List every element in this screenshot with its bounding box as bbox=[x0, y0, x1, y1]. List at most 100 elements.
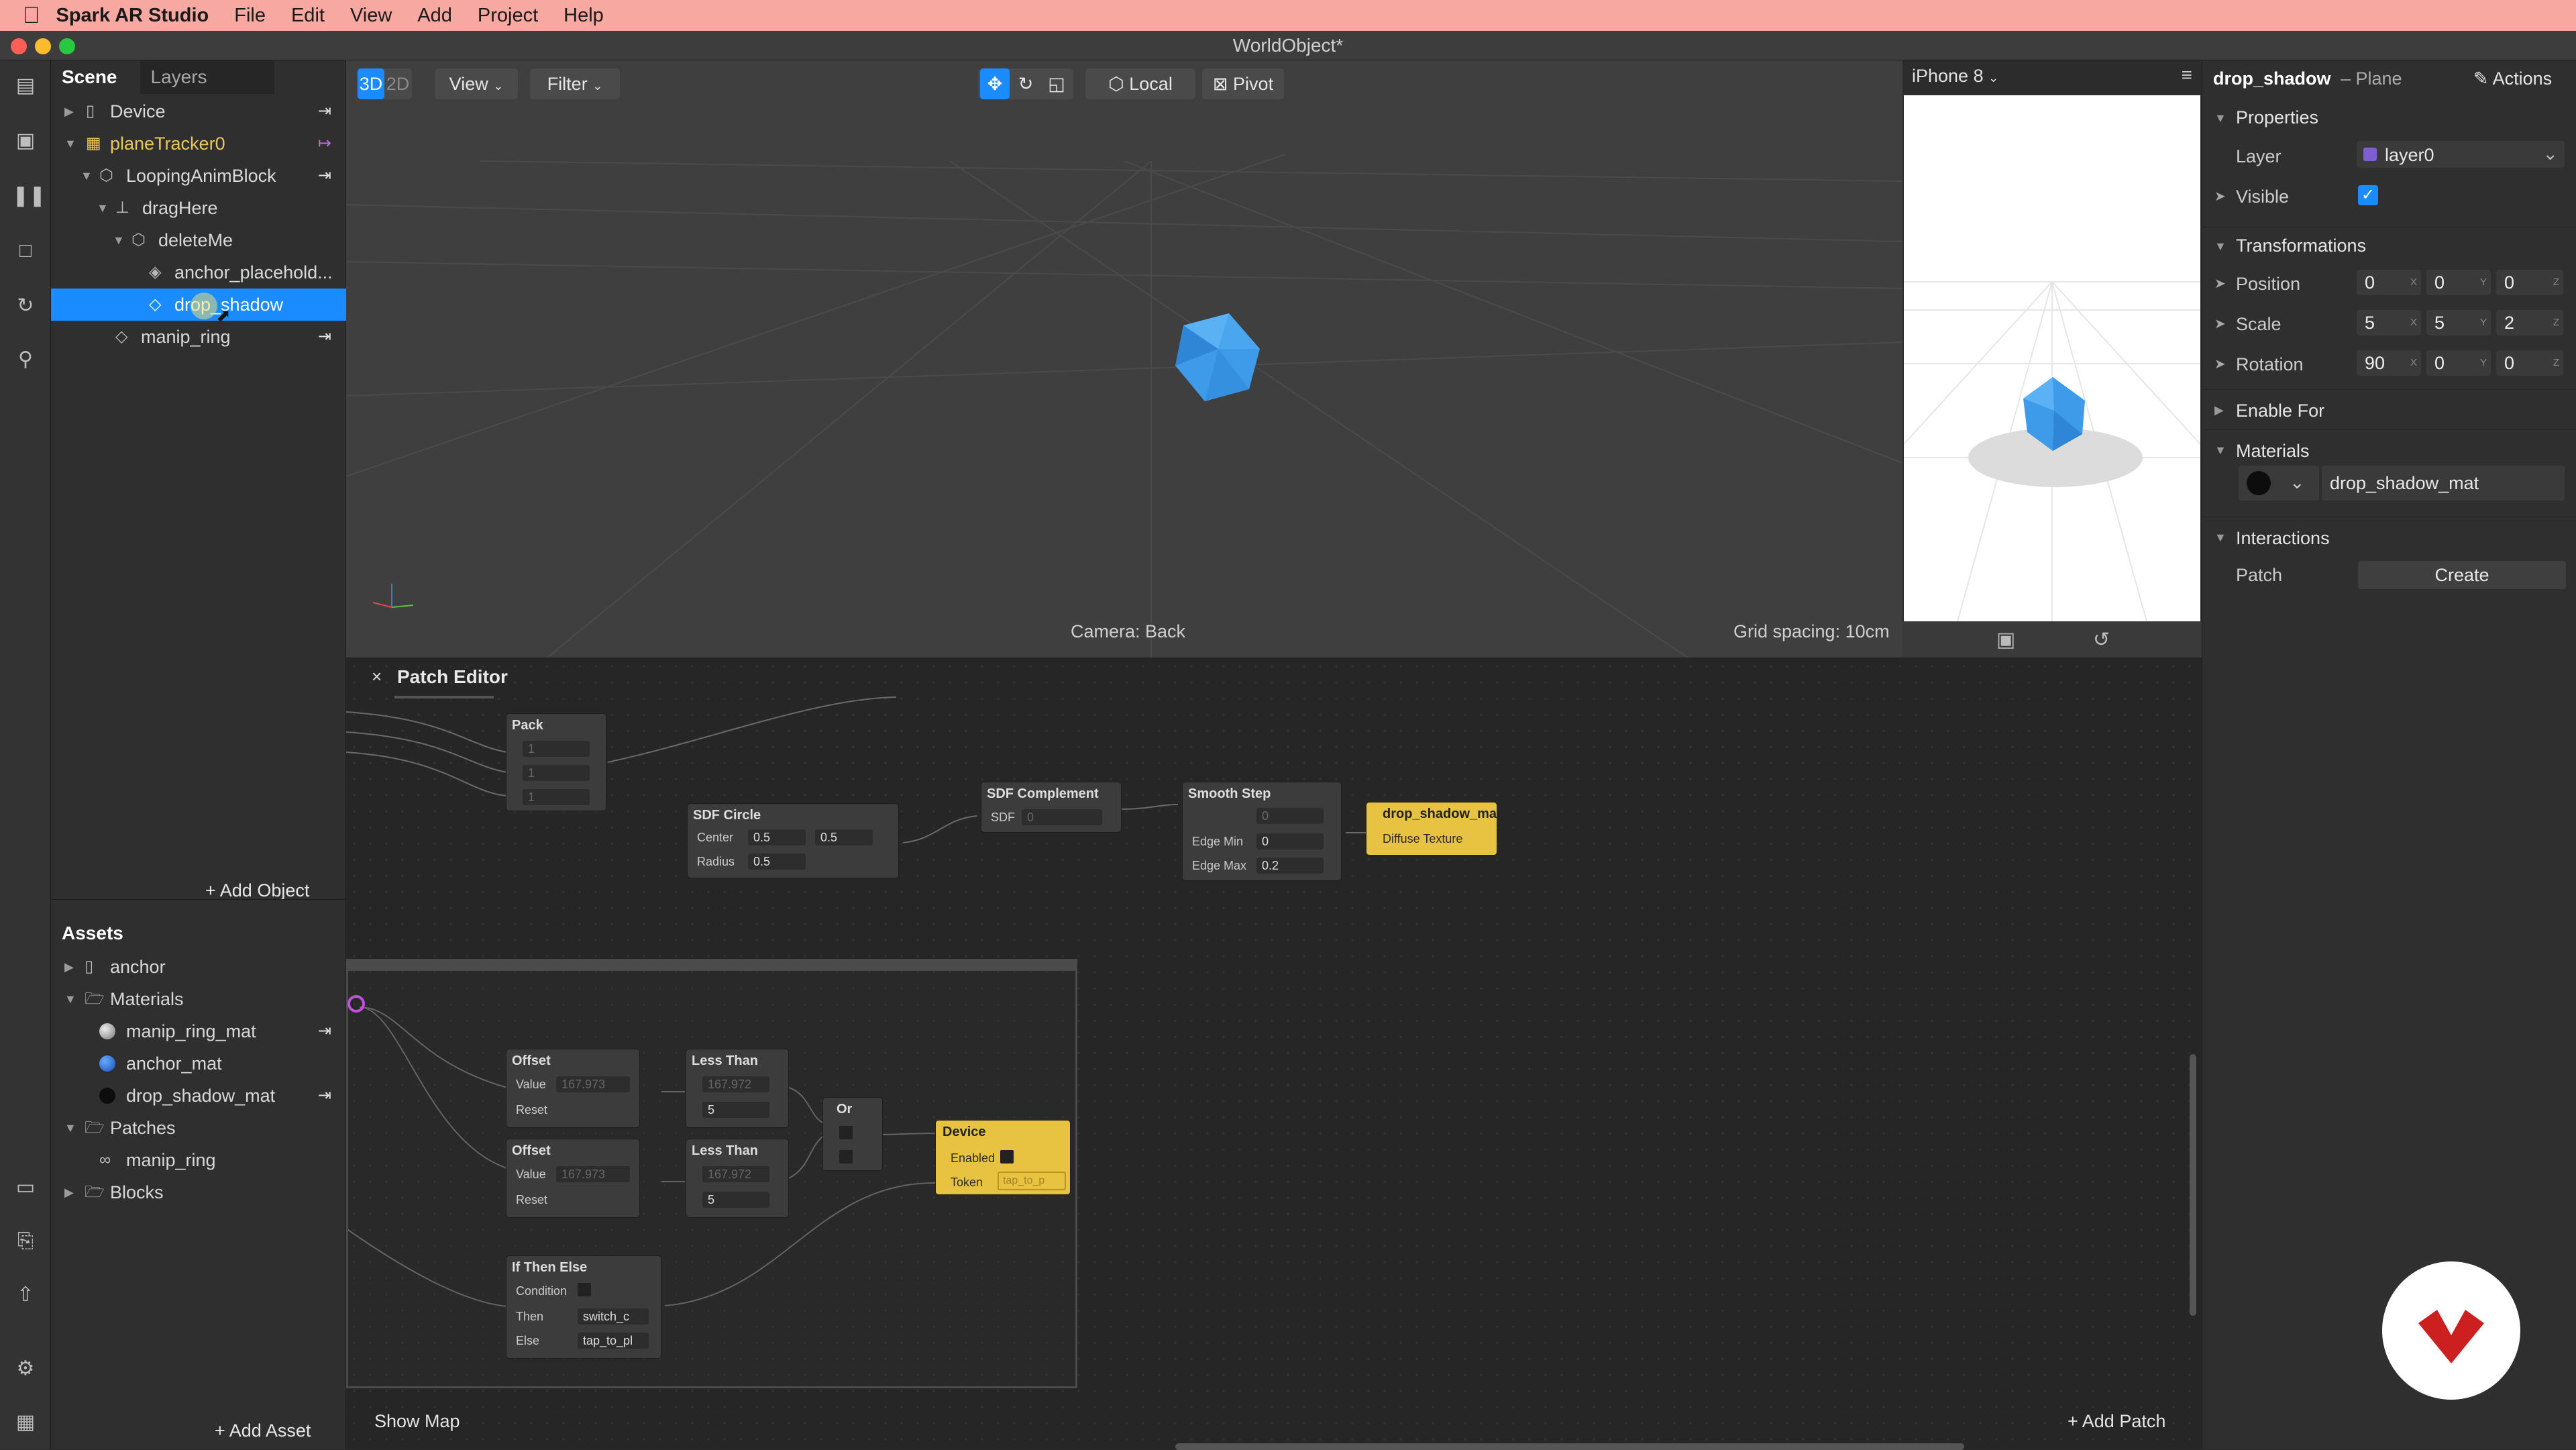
scale-icon[interactable]: ◱ bbox=[1042, 68, 1071, 99]
add-asset-button[interactable]: + Add Asset bbox=[215, 1420, 311, 1441]
folder-icon[interactable]: ▭ bbox=[12, 1174, 39, 1201]
smooth-step-node[interactable]: Smooth Step 0 Edge Min 0 Edge Max 0.2 bbox=[1182, 782, 1342, 881]
chevron-down-icon[interactable]: ▼ bbox=[64, 1112, 76, 1144]
asset-item-manip-ring-mat[interactable]: manip_ring_mat ⇥ bbox=[51, 1015, 346, 1047]
asset-item-anchor-mat[interactable]: anchor_mat bbox=[51, 1047, 346, 1080]
scene-item-planetracker[interactable]: ▼ ▦ planeTracker0 ↦ bbox=[51, 127, 346, 160]
rotation-x-field[interactable]: 90 X bbox=[2357, 350, 2421, 376]
scale-z-field[interactable]: 2Z bbox=[2496, 310, 2563, 335]
material-swatch-dropdown[interactable]: ⌄ bbox=[2239, 466, 2319, 501]
then-input[interactable]: switch_c bbox=[578, 1308, 649, 1325]
tab-scene[interactable]: Scene bbox=[51, 60, 128, 94]
link-icon[interactable]: ⇥ bbox=[318, 1080, 331, 1112]
position-z-field[interactable]: 0Z bbox=[2496, 270, 2563, 295]
rotation-y-field[interactable]: 0Y bbox=[2426, 350, 2491, 376]
or-node[interactable]: Or bbox=[822, 1097, 883, 1171]
layout-icon[interactable]: ▤ bbox=[12, 72, 39, 99]
edge-max-input[interactable]: 0.2 bbox=[1256, 858, 1324, 874]
add-patch-button[interactable]: + Add Patch bbox=[2068, 1411, 2165, 1432]
pack-input-3[interactable]: 1 bbox=[523, 789, 590, 805]
pack-node[interactable]: Pack 1 1 1 bbox=[506, 713, 606, 811]
device-node[interactable]: Device Enabled Token tap_to_p bbox=[935, 1120, 1071, 1195]
add-object-button[interactable]: + Add Object bbox=[205, 880, 309, 901]
apple-icon[interactable]:  bbox=[23, 3, 40, 29]
edge-min-input[interactable]: 0 bbox=[1256, 833, 1324, 849]
sdf-input[interactable]: 0 bbox=[1022, 809, 1102, 825]
less-than-input-a[interactable]: 167.972 bbox=[702, 1166, 769, 1182]
less-than-node-2[interactable]: Less Than 167.972 5 bbox=[686, 1139, 789, 1218]
viewport[interactable]: 3D 2D View ⌄ Filter ⌄ ✥ ↻ ◱ ⬡ Local ⊠ Pivot… bbox=[346, 60, 1902, 658]
condition-checkbox[interactable] bbox=[578, 1283, 591, 1296]
link-icon[interactable]: ⇥ bbox=[318, 1015, 331, 1047]
radius-input[interactable]: 0.5 bbox=[748, 853, 806, 870]
group-input-port[interactable] bbox=[347, 995, 365, 1013]
menu-file[interactable]: File bbox=[234, 5, 266, 27]
local-button[interactable]: ⬡ Local bbox=[1085, 68, 1195, 99]
chevron-down-icon[interactable]: ▼ bbox=[97, 192, 109, 224]
center-y-input[interactable]: 0.5 bbox=[815, 829, 873, 845]
preview-screen[interactable] bbox=[1904, 95, 2200, 621]
tab-layers[interactable]: Layers bbox=[140, 60, 274, 94]
menu-icon[interactable]: ≡ bbox=[2182, 64, 2192, 86]
scene-item-drop-shadow[interactable]: ◇ drop_shadow ⬈ bbox=[51, 289, 346, 325]
chevron-down-icon[interactable]: ▼ bbox=[80, 160, 93, 192]
rotate-device-icon[interactable]: ↺ bbox=[2093, 628, 2110, 652]
position-x-field[interactable]: 0X bbox=[2357, 270, 2421, 295]
asset-item-blocks[interactable]: ▶ 🗁 Blocks bbox=[51, 1176, 346, 1208]
pack-input-1[interactable]: 1 bbox=[523, 741, 590, 757]
video-icon[interactable]: ▣ bbox=[12, 127, 39, 154]
asset-item-drop-shadow-mat[interactable]: drop_shadow_mat ⇥ bbox=[51, 1080, 346, 1112]
scene-item-manip-ring[interactable]: ◇ manip_ring ⇥ bbox=[51, 321, 346, 353]
drop-shadow-mat-node[interactable]: drop_shadow_mat Diffuse Texture bbox=[1366, 802, 1501, 856]
pause-icon[interactable]: ❚❚ bbox=[12, 183, 46, 209]
console-icon[interactable]: ▦ bbox=[12, 1409, 39, 1436]
keyframe-icon[interactable]: ➤ bbox=[2214, 275, 2226, 292]
search-icon[interactable]: ⚲ bbox=[12, 346, 39, 373]
chevron-down-icon[interactable]: ▼ bbox=[113, 224, 125, 256]
link-icon[interactable]: ⇥ bbox=[318, 321, 331, 353]
sdf-circle-node[interactable]: SDF Circle Center 0.5 0.5 Radius 0.5 bbox=[687, 803, 899, 878]
chevron-down-icon[interactable]: ▼ bbox=[64, 983, 76, 1015]
or-checkbox-1[interactable] bbox=[839, 1126, 853, 1139]
token-input[interactable]: tap_to_p bbox=[998, 1172, 1066, 1190]
less-than-input-b[interactable]: 5 bbox=[702, 1192, 769, 1208]
pack-input-2[interactable]: 1 bbox=[523, 765, 590, 781]
keyframe-icon[interactable]: ➤ bbox=[2214, 188, 2226, 205]
section-materials[interactable]: ▼ Materials bbox=[2202, 429, 2576, 470]
rotation-z-field[interactable]: 0Z bbox=[2496, 350, 2563, 376]
enabled-checkbox[interactable] bbox=[1000, 1150, 1014, 1163]
view-dropdown[interactable]: View ⌄ bbox=[435, 68, 518, 99]
scene-item-device[interactable]: ▶ ▯ Device ⇥ bbox=[51, 95, 346, 127]
pivot-button[interactable]: ⊠ Pivot bbox=[1202, 68, 1284, 99]
link-icon[interactable]: ↦ bbox=[318, 127, 331, 160]
keyframe-icon[interactable]: ➤ bbox=[2214, 356, 2226, 372]
3d-button[interactable]: 3D bbox=[358, 68, 384, 99]
show-map-button[interactable]: Show Map bbox=[374, 1411, 460, 1432]
actions-button[interactable]: ✎ Actions bbox=[2473, 68, 2552, 89]
material-field[interactable]: drop_shadow_mat bbox=[2322, 466, 2565, 501]
create-patch-button[interactable]: Create bbox=[2358, 561, 2566, 589]
center-x-input[interactable]: 0.5 bbox=[748, 829, 806, 845]
device-dropdown[interactable]: iPhone 8 ⌄ bbox=[1912, 66, 1998, 87]
menu-edit[interactable]: Edit bbox=[291, 5, 325, 27]
chevron-right-icon[interactable]: ▶ bbox=[64, 951, 74, 983]
if-then-else-node[interactable]: If Then Else Condition Then switch_c Els… bbox=[506, 1255, 661, 1359]
scene-item-draghere[interactable]: ▼ ⊥ dragHere bbox=[51, 192, 346, 224]
scale-y-field[interactable]: 5Y bbox=[2426, 310, 2491, 335]
rotate-icon[interactable]: ↻ bbox=[1010, 68, 1042, 99]
menu-view[interactable]: View bbox=[350, 5, 392, 27]
patch-editor[interactable]: × Patch Editor Pack 1 1 1 SDF Circle Cen… bbox=[346, 658, 2202, 1450]
2d-button[interactable]: 2D bbox=[384, 68, 411, 99]
section-enable-for[interactable]: ▶ Enable For bbox=[2202, 389, 2576, 429]
scale-x-field[interactable]: 5X bbox=[2357, 310, 2421, 335]
bug-icon[interactable]: ⚙ bbox=[12, 1355, 39, 1382]
chevron-right-icon[interactable]: ▶ bbox=[64, 95, 74, 127]
position-y-field[interactable]: 0Y bbox=[2426, 270, 2491, 295]
keyframe-icon[interactable]: ➤ bbox=[2214, 315, 2226, 332]
menu-project[interactable]: Project bbox=[478, 5, 538, 27]
section-interactions[interactable]: ▼ Interactions bbox=[2202, 517, 2576, 557]
link-icon[interactable]: ⇥ bbox=[318, 160, 331, 192]
screenshot-icon[interactable]: ▣ bbox=[1996, 628, 2015, 652]
menu-add[interactable]: Add bbox=[417, 5, 452, 27]
visible-checkbox[interactable]: ✓ bbox=[2358, 185, 2378, 205]
